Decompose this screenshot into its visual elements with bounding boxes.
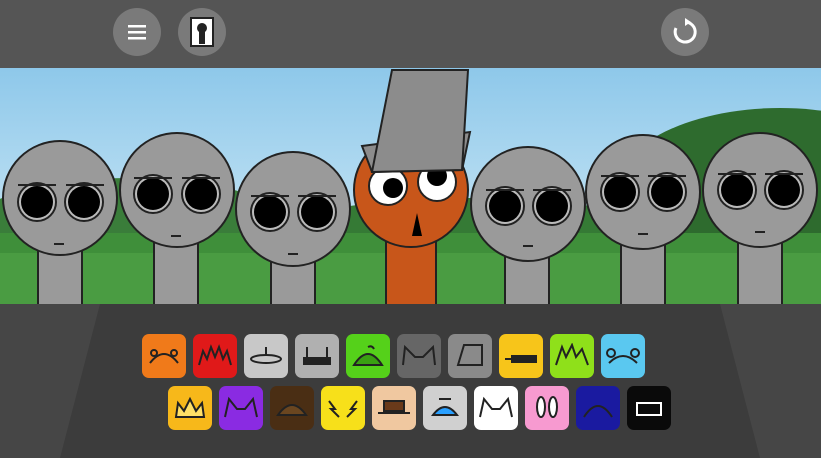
brown-helmet-icon [276, 404, 308, 416]
character-gray-2[interactable] [119, 132, 235, 304]
cyan-bear-ears-icon [606, 348, 640, 364]
sound-icon-yellow-lightning[interactable] [321, 386, 365, 430]
character-gray-3[interactable] [235, 151, 351, 304]
sound-icon-red-spiky[interactable] [193, 334, 237, 378]
silver-saucer-icon [250, 347, 282, 364]
stage-scene [0, 68, 821, 304]
white-cat-ears-icon [479, 396, 513, 418]
sound-icon-gray-headphones[interactable] [295, 334, 339, 378]
character-gray-1[interactable] [2, 140, 118, 304]
sound-icon-white-cat-ears[interactable] [474, 386, 518, 430]
sound-palette-panel [0, 304, 821, 458]
gold-crown-icon [174, 396, 206, 418]
sound-icon-purple-horns[interactable] [219, 386, 263, 430]
panel-floor [60, 304, 760, 458]
sound-icon-cyan-bear-ears[interactable] [601, 334, 645, 378]
character-gray-5[interactable] [585, 134, 701, 304]
character-gray-6[interactable] [702, 132, 818, 304]
yellow-cap-icon [505, 355, 537, 363]
hamburger-menu-icon [128, 25, 146, 40]
reset-arrow-icon [673, 18, 697, 44]
top-toolbar [0, 0, 821, 68]
orange-antenna-icon [149, 349, 179, 364]
sound-icon-propeller-cap[interactable] [423, 386, 467, 430]
gray-headphones-icon [303, 347, 331, 365]
sound-icon-tan-hat[interactable] [372, 386, 416, 430]
character-orange-bucket[interactable] [353, 69, 472, 304]
sound-icon-brown-helmet[interactable] [270, 386, 314, 430]
sound-icon-orange-antenna[interactable] [142, 334, 186, 378]
navy-dome-icon [583, 405, 613, 418]
portrait-mode-button[interactable] [178, 8, 226, 56]
portrait-keyhole-icon [190, 17, 214, 47]
green-pumpkin-icon [352, 345, 384, 366]
lime-spiky-icon [555, 343, 589, 366]
characters-layer [2, 69, 818, 304]
sound-icon-black-box[interactable] [627, 386, 671, 430]
sound-icon-pink-bunny-ears[interactable] [525, 386, 569, 430]
sound-icon-gray-bucket[interactable] [448, 334, 492, 378]
red-spiky-icon [198, 344, 232, 366]
character-gray-4[interactable] [470, 146, 586, 304]
sound-icon-navy-dome[interactable] [576, 386, 620, 430]
purple-horns-icon [224, 396, 258, 418]
palette-row-1 [142, 334, 645, 378]
palette-row-2 [168, 386, 671, 430]
sound-icon-green-pumpkin[interactable] [346, 334, 390, 378]
sound-icon-silver-saucer[interactable] [244, 334, 288, 378]
gray-bucket-icon [456, 344, 483, 366]
sound-icon-yellow-cap[interactable] [499, 334, 543, 378]
pink-bunny-ears-icon [536, 396, 558, 418]
yellow-lightning-icon [328, 400, 358, 418]
sound-icon-lime-spiky[interactable] [550, 334, 594, 378]
tan-hat-icon [378, 400, 410, 414]
gray-cat-ears-icon [402, 344, 436, 366]
sound-icon-gray-cat-ears[interactable] [397, 334, 441, 378]
menu-button[interactable] [113, 8, 161, 56]
reset-button[interactable] [661, 8, 709, 56]
propeller-cap-icon [430, 398, 460, 416]
sound-icon-gold-crown[interactable] [168, 386, 212, 430]
black-box-icon [636, 402, 662, 416]
